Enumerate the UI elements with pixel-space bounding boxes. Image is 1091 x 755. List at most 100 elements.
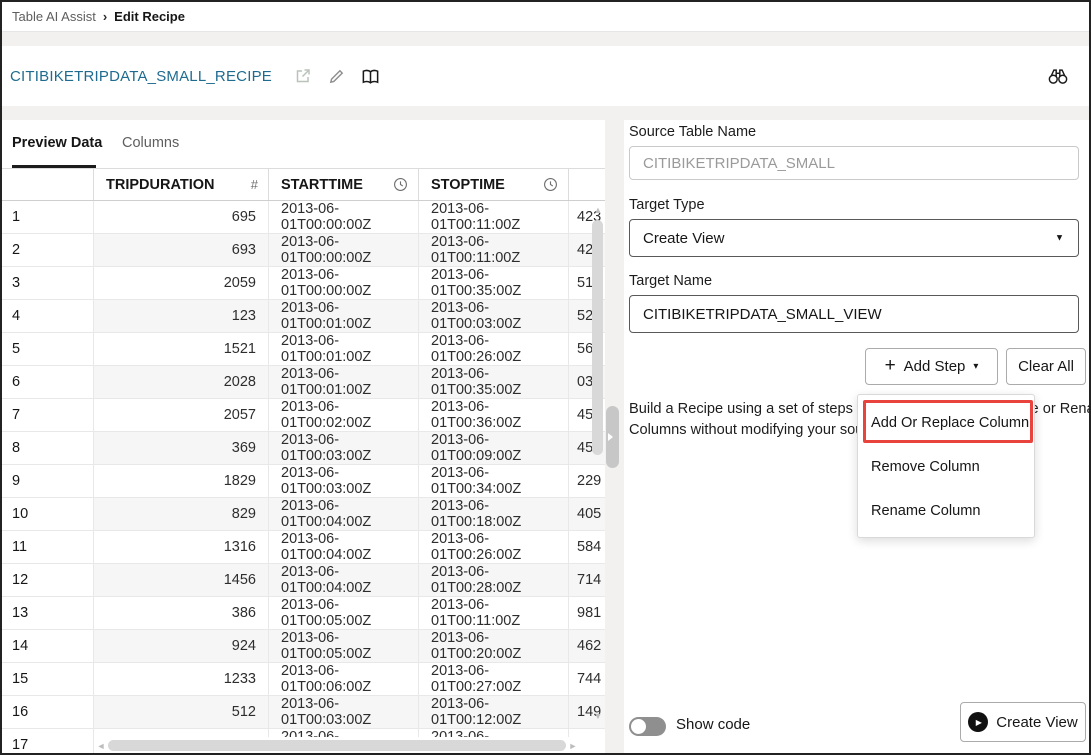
row-number-cell: 7 — [2, 399, 94, 432]
table-row[interactable]: 3 2059 2013-06-01T00:00:00Z 2013-06-01T0… — [2, 267, 605, 300]
cell-starttime: 2013-06-01T00:00:00Z — [269, 234, 419, 267]
row-number-cell: 16 — [2, 696, 94, 729]
toggle-knob — [630, 718, 647, 735]
breadcrumb: Table AI Assist › Edit Recipe — [2, 2, 1089, 32]
cell-tripduration: 2059 — [94, 267, 269, 300]
table-row[interactable]: 6 2028 2013-06-01T00:01:00Z 2013-06-01T0… — [2, 366, 605, 399]
cell-tripduration: 1829 — [94, 465, 269, 498]
row-number-cell: 12 — [2, 564, 94, 597]
scroll-right-arrow-icon[interactable]: ► — [566, 741, 580, 751]
row-number-header — [2, 169, 94, 200]
add-step-button[interactable]: + Add Step ▾ — [865, 348, 998, 385]
cell-stoptime: 2013-06-01T00:09:00Z — [419, 432, 569, 465]
create-view-button[interactable]: ▶ Create View — [960, 702, 1086, 742]
row-number-cell: 8 — [2, 432, 94, 465]
tab-preview-data[interactable]: Preview Data — [12, 135, 102, 151]
table-row[interactable]: 13 386 2013-06-01T00:05:00Z 2013-06-01T0… — [2, 597, 605, 630]
tab-columns[interactable]: Columns — [122, 135, 179, 151]
recipe-form-panel: Source Table Name Target Type Create Vie… — [624, 120, 1089, 753]
cell-stoptime: 2013-06-01T00:12:00Z — [419, 696, 569, 729]
clock-icon — [393, 177, 408, 192]
cell-stoptime: 2013-06-01T00:26:00Z — [419, 333, 569, 366]
row-number-cell: 6 — [2, 366, 94, 399]
target-type-select[interactable]: Create View ▼ — [629, 219, 1079, 257]
add-step-label: Add Step — [903, 358, 966, 375]
vertical-scrollbar[interactable] — [592, 220, 603, 455]
show-code-toggle[interactable] — [629, 717, 666, 736]
table-row[interactable]: 16 512 2013-06-01T00:03:00Z 2013-06-01T0… — [2, 696, 605, 729]
scroll-down-arrow-icon[interactable]: ▼ — [592, 710, 604, 722]
table-row[interactable]: 8 369 2013-06-01T00:03:00Z 2013-06-01T00… — [2, 432, 605, 465]
row-number-cell: 14 — [2, 630, 94, 663]
add-step-dropdown-menu: Add Or Replace Column Remove Column Rena… — [857, 394, 1035, 538]
column-header-starttime[interactable]: STARTTIME — [269, 169, 419, 200]
cell-starttime: 2013-06-01T00:04:00Z — [269, 564, 419, 597]
cell-tripduration: 693 — [94, 234, 269, 267]
menu-item-remove-column[interactable]: Remove Column — [858, 445, 1034, 489]
cell-tripduration: 1316 — [94, 531, 269, 564]
cell-starttime: 2013-06-01T00:04:00Z — [269, 498, 419, 531]
cell-clipped: 229 — [569, 465, 605, 498]
table-row[interactable]: 5 1521 2013-06-01T00:01:00Z 2013-06-01T0… — [2, 333, 605, 366]
pencil-icon[interactable] — [320, 61, 354, 91]
cell-tripduration: 386 — [94, 597, 269, 630]
table-row[interactable]: 10 829 2013-06-01T00:04:00Z 2013-06-01T0… — [2, 498, 605, 531]
cell-starttime: 2013-06-01T00:03:00Z — [269, 465, 419, 498]
clear-all-button[interactable]: Clear All — [1006, 348, 1086, 385]
table-row[interactable]: 15 1233 2013-06-01T00:06:00Z 2013-06-01T… — [2, 663, 605, 696]
horizontal-scrollbar-track: ◄ ► — [94, 737, 604, 753]
open-recipe-icon[interactable] — [286, 61, 320, 91]
plus-icon: + — [884, 354, 896, 376]
title-bar: CITIBIKETRIPDATA_SMALL_RECIPE — [2, 46, 1089, 106]
column-header-stoptime[interactable]: STOPTIME — [419, 169, 569, 200]
row-number-cell: 15 — [2, 663, 94, 696]
book-icon[interactable] — [354, 61, 388, 91]
row-number-cell: 9 — [2, 465, 94, 498]
cell-tripduration: 924 — [94, 630, 269, 663]
create-view-label: Create View — [996, 713, 1078, 731]
cell-clipped: 462 — [569, 630, 605, 663]
page-title: CITIBIKETRIPDATA_SMALL_RECIPE — [10, 67, 272, 85]
cell-tripduration: 1521 — [94, 333, 269, 366]
binoculars-icon[interactable] — [1041, 61, 1075, 91]
cell-stoptime: 2013-06-01T00:11:00Z — [419, 201, 569, 234]
row-number-cell: 4 — [2, 300, 94, 333]
cell-tripduration: 1233 — [94, 663, 269, 696]
panel-splitter-handle[interactable] — [606, 406, 619, 468]
table-row[interactable]: 7 2057 2013-06-01T00:02:00Z 2013-06-01T0… — [2, 399, 605, 432]
table-row[interactable]: 12 1456 2013-06-01T00:04:00Z 2013-06-01T… — [2, 564, 605, 597]
row-number-cell: 5 — [2, 333, 94, 366]
table-row[interactable]: 14 924 2013-06-01T00:05:00Z 2013-06-01T0… — [2, 630, 605, 663]
breadcrumb-table-ai-assist[interactable]: Table AI Assist — [12, 9, 96, 24]
splitter-arrow-icon — [608, 433, 613, 441]
table-row[interactable]: 11 1316 2013-06-01T00:04:00Z 2013-06-01T… — [2, 531, 605, 564]
cell-tripduration: 123 — [94, 300, 269, 333]
row-number-cell: 3 — [2, 267, 94, 300]
cell-starttime: 2013-06-01T00:03:00Z — [269, 432, 419, 465]
cell-starttime: 2013-06-01T00:03:00Z — [269, 696, 419, 729]
target-name-input[interactable] — [629, 295, 1079, 333]
table-row[interactable]: 9 1829 2013-06-01T00:03:00Z 2013-06-01T0… — [2, 465, 605, 498]
cell-clipped: 744 — [569, 663, 605, 696]
horizontal-scrollbar[interactable] — [108, 740, 566, 751]
table-row[interactable]: 1 695 2013-06-01T00:00:00Z 2013-06-01T00… — [2, 201, 605, 234]
menu-item-add-or-replace-column[interactable]: Add Or Replace Column — [858, 401, 1034, 445]
cell-stoptime: 2013-06-01T00:35:00Z — [419, 267, 569, 300]
menu-item-rename-column[interactable]: Rename Column — [858, 489, 1034, 533]
cell-stoptime: 2013-06-01T00:28:00Z — [419, 564, 569, 597]
scroll-up-arrow-icon[interactable]: ▲ — [592, 204, 604, 216]
table-row[interactable]: 2 693 2013-06-01T00:00:00Z 2013-06-01T00… — [2, 234, 605, 267]
table-row[interactable]: 4 123 2013-06-01T00:01:00Z 2013-06-01T00… — [2, 300, 605, 333]
cell-starttime: 2013-06-01T00:01:00Z — [269, 366, 419, 399]
app-window: Table AI Assist › Edit Recipe CITIBIKETR… — [0, 0, 1091, 755]
scroll-left-arrow-icon[interactable]: ◄ — [94, 741, 108, 751]
source-table-input[interactable] — [629, 146, 1079, 180]
cell-clipped: 584 — [569, 531, 605, 564]
row-number-cell: 17 — [2, 729, 94, 753]
source-table-label: Source Table Name — [629, 124, 757, 140]
row-number-cell: 2 — [2, 234, 94, 267]
row-number-cell: 10 — [2, 498, 94, 531]
column-header-tripduration[interactable]: TRIPDURATION # — [94, 169, 269, 200]
column-label: TRIPDURATION — [106, 176, 215, 193]
cell-stoptime: 2013-06-01T00:20:00Z — [419, 630, 569, 663]
